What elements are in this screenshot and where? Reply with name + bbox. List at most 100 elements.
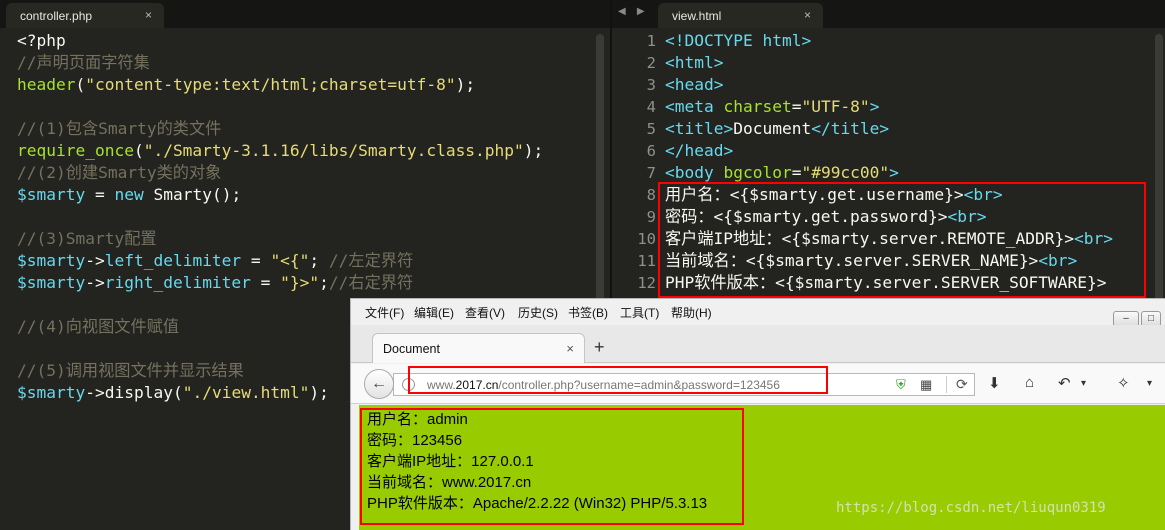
code-token: <?php	[17, 31, 66, 50]
code-token: =	[791, 97, 802, 116]
code-token: <meta	[665, 97, 714, 116]
code-token: Smarty();	[143, 185, 242, 204]
menu-item[interactable]: 工具(T)	[620, 304, 659, 321]
line-number: 7	[646, 164, 656, 182]
info-icon[interactable]: i	[402, 378, 415, 391]
qr-code-icon[interactable]: ▦	[920, 377, 932, 393]
code-token: <html>	[665, 53, 724, 72]
code-token: $smarty	[17, 185, 86, 204]
code-token: $smarty	[17, 383, 86, 402]
download-icon[interactable]: ⬇	[988, 374, 1001, 392]
output-line: 密码：123456	[367, 432, 463, 449]
code-token: "UTF-8"	[801, 97, 870, 116]
back-button[interactable]: ←	[364, 369, 394, 399]
code-token: //(1)包含Smarty的类文件	[17, 119, 222, 138]
code-line: //声明页面字符集	[17, 52, 596, 74]
extension-icon[interactable]: ✧	[1117, 374, 1130, 392]
code-token: =	[241, 251, 271, 270]
code-token: //(3)Smarty配置	[17, 229, 157, 248]
dropdown-icon[interactable]: ▾	[1081, 378, 1086, 389]
code-token: $smarty	[17, 273, 86, 292]
code-token: "./view.html"	[182, 383, 310, 402]
browser-tab-title: Document	[383, 342, 440, 356]
code-line: 密码：<{$smarty.get.password}><br>	[665, 206, 1151, 228]
code-line: require_once("./Smarty-3.1.16/libs/Smart…	[17, 140, 596, 162]
code-token: 当前域名：<{$smarty.server.SERVER_NAME}>	[665, 251, 1039, 270]
code-token: <br>	[947, 207, 987, 226]
code-line: //(2)创建Smarty类的对象	[17, 162, 596, 184]
menu-item[interactable]: 文件(F)	[365, 304, 404, 321]
code-token: ->	[85, 383, 105, 402]
code-line: $smarty->right_delimiter = "}>";//右定界符	[17, 272, 596, 294]
menu-item[interactable]: 查看(V)	[465, 304, 505, 321]
html-code-area[interactable]: <!DOCTYPE html> <html> <head> <meta charset…	[665, 30, 1151, 294]
code-token: </title>	[811, 119, 890, 138]
browser-tab-document[interactable]: Document ×	[372, 333, 585, 363]
code-line: 用户名：<{$smarty.get.username}><br>	[665, 184, 1151, 206]
code-token: <br>	[1038, 251, 1078, 270]
url-domain: 2017.cn	[455, 378, 499, 392]
code-token: $smarty	[17, 251, 86, 270]
output-line: 用户名：admin	[367, 411, 468, 428]
code-token: require_once	[17, 141, 134, 160]
code-token: >	[869, 97, 880, 116]
code-token: ->	[85, 251, 105, 270]
code-line: PHP软件版本：<{$smarty.server.SERVER_SOFTWARE…	[665, 272, 1151, 294]
right-scrollbar[interactable]	[1155, 34, 1163, 314]
tab-nav-arrows-icon[interactable]: ◀ ▶	[618, 6, 649, 17]
code-line: 客户端IP地址：<{$smarty.server.REMOTE_ADDR}><b…	[665, 228, 1151, 250]
code-token: //左定界符	[328, 251, 414, 270]
home-icon[interactable]: ⌂	[1025, 374, 1034, 391]
browser-menubar: 文件(F) 编辑(E) 查看(V) 历史(S) 书签(B) 工具(T) 帮助(H)	[351, 299, 1165, 323]
code-token: 密码：<{$smarty.get.password}>	[665, 207, 948, 226]
code-token: PHP软件版本：<{$smarty.server.SERVER_SOFTWARE…	[665, 273, 1107, 292]
reload-icon[interactable]: ⟳	[956, 376, 968, 393]
close-tab-icon[interactable]: ×	[566, 341, 574, 356]
line-number: 5	[646, 120, 656, 138]
code-line: <!DOCTYPE html>	[665, 30, 1151, 52]
tab-view-html[interactable]: view.html ×	[658, 3, 823, 28]
url-bar[interactable]: i www.2017.cn/controller.php?username=ad…	[393, 373, 975, 396]
code-token: ->	[85, 273, 105, 292]
shield-icon[interactable]: ⛨	[896, 377, 906, 393]
menu-item[interactable]: 帮助(H)	[671, 304, 712, 321]
browser-navbar: i www.2017.cn/controller.php?username=ad…	[351, 364, 1165, 404]
code-token: =	[250, 273, 281, 292]
url-separator	[946, 376, 947, 393]
code-token: =	[791, 163, 802, 182]
line-number: 11	[637, 252, 656, 270]
line-number: 12	[637, 274, 656, 292]
code-token: );	[523, 141, 544, 160]
line-number: 4	[646, 98, 656, 116]
code-token: //声明页面字符集	[17, 53, 150, 72]
tab-title: controller.php	[20, 9, 93, 23]
code-token: left_delimiter	[104, 251, 242, 270]
tab-close-icon[interactable]: ×	[804, 8, 811, 22]
code-token: 客户端IP地址：<{$smarty.server.REMOTE_ADDR}>	[665, 229, 1074, 248]
code-token: "./Smarty-3.1.16/libs/Smarty.class.php"	[143, 141, 524, 160]
code-token: </head>	[665, 141, 734, 160]
code-line: $smarty = new Smarty();	[17, 184, 596, 206]
new-tab-button[interactable]: +	[594, 337, 605, 358]
code-token: display	[104, 383, 173, 402]
code-token: //(2)创建Smarty类的对象	[17, 163, 222, 182]
tab-controller-php[interactable]: controller.php ×	[6, 3, 164, 28]
code-line: $smarty->left_delimiter = "<{"; //左定界符	[17, 250, 596, 272]
line-number: 3	[646, 76, 656, 94]
menu-item[interactable]: 编辑(E)	[414, 304, 454, 321]
code-token: "#99cc00"	[801, 163, 890, 182]
code-line: header("content-type:text/html;charset=u…	[17, 74, 596, 96]
menu-dropdown-icon[interactable]: ▾	[1147, 378, 1152, 389]
menu-item[interactable]: 书签(B)	[568, 304, 608, 321]
undo-icon[interactable]: ↶	[1058, 374, 1071, 392]
line-number: 9	[646, 208, 656, 226]
url-text[interactable]: www.2017.cn/controller.php?username=admi…	[427, 378, 780, 392]
code-token: right_delimiter	[104, 273, 251, 292]
left-scrollbar[interactable]	[596, 34, 604, 314]
tab-close-icon[interactable]: ×	[145, 8, 152, 22]
code-token: (	[133, 141, 144, 160]
menu-item[interactable]: 历史(S)	[518, 304, 558, 321]
url-prefix: www.	[427, 378, 456, 392]
code-line: <head>	[665, 74, 1151, 96]
line-number-gutter: 1 2 3 4 5 6 7 8 9 10 11 12	[612, 30, 656, 294]
